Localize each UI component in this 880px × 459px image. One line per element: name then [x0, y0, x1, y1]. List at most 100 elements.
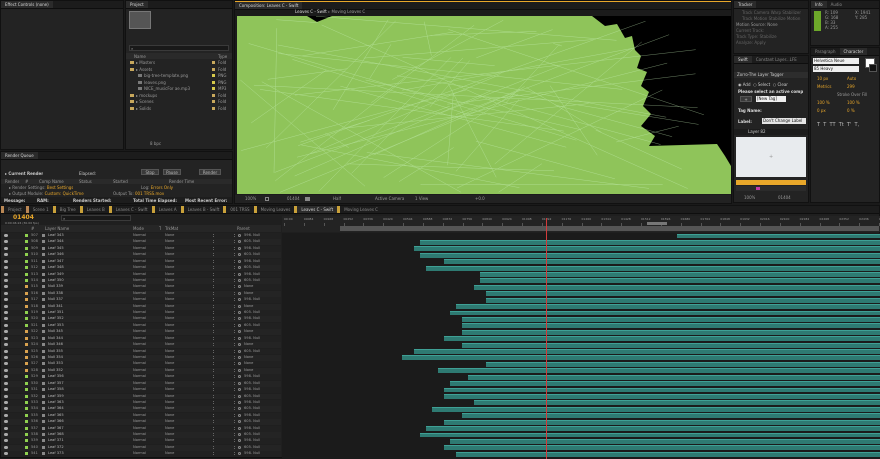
stop-button[interactable]: Stop	[141, 169, 159, 175]
layer-trkmat-dropdown[interactable]: None	[165, 265, 174, 269]
label-color-chip[interactable]	[25, 433, 28, 436]
visibility-eye-icon[interactable]	[4, 401, 8, 404]
visibility-eye-icon[interactable]	[4, 350, 8, 353]
work-area-bar[interactable]	[340, 226, 879, 231]
visibility-eye-icon[interactable]	[4, 240, 8, 243]
layer-row[interactable]: 525Null 355NormalNone605. Null	[1, 349, 281, 355]
tracking-field[interactable]: 299	[847, 84, 855, 89]
layer-trkmat-dropdown[interactable]: None	[165, 406, 174, 410]
layer-parent-dropdown[interactable]: None	[244, 291, 253, 295]
label-color-chip[interactable]	[212, 81, 215, 84]
visibility-eye-icon[interactable]	[4, 414, 8, 417]
output-to-link[interactable]: 001 TRSS.mov	[135, 191, 164, 196]
tab-effect-controls[interactable]: Effect Controls (none)	[1, 1, 53, 8]
col-layer-name[interactable]: Layer Name	[45, 226, 69, 231]
label-color-chip[interactable]	[25, 330, 28, 333]
project-item[interactable]: big-tree-template.pngPNG	[126, 73, 232, 79]
render-settings-dropdown[interactable]: Best Settings	[47, 185, 74, 190]
grid-icon[interactable]	[265, 197, 269, 201]
layer-duration-bar[interactable]	[444, 259, 880, 264]
layer-switches[interactable]	[213, 298, 235, 301]
layer-name[interactable]: Leaf 372	[48, 445, 64, 449]
layer-switches[interactable]	[213, 452, 235, 455]
parent-pickwhip-icon[interactable]	[238, 240, 241, 243]
layer-parent-dropdown[interactable]: 598. Null	[244, 316, 260, 320]
layer-duration-bar[interactable]	[444, 420, 880, 425]
layer-mode-dropdown[interactable]: Normal	[133, 432, 146, 436]
layer-parent-dropdown[interactable]: 598. Null	[244, 426, 260, 430]
tab-character[interactable]: Character	[840, 48, 868, 55]
stroke-color-swatch[interactable]	[869, 64, 877, 72]
layer-switches[interactable]	[213, 285, 235, 288]
label-color-chip[interactable]	[25, 414, 28, 417]
visibility-eye-icon[interactable]	[4, 427, 8, 430]
visibility-eye-icon[interactable]	[4, 446, 8, 449]
layer-name[interactable]: Null 352	[48, 368, 63, 372]
layer-duration-bar[interactable]	[444, 336, 880, 341]
layer-row[interactable]: 523Null 344NormalNone598. Null	[1, 336, 281, 342]
timeline-tab[interactable]: Project	[1, 206, 26, 213]
timeline-tab[interactable]: Moving Leaves	[254, 206, 295, 213]
layer-duration-bar[interactable]	[480, 278, 880, 283]
layer-trkmat-dropdown[interactable]: None	[165, 419, 174, 423]
tab-paragraph[interactable]: Paragraph	[811, 48, 840, 55]
parent-pickwhip-icon[interactable]	[238, 439, 241, 442]
layer-trkmat-dropdown[interactable]: None	[165, 291, 174, 295]
label-color-chip[interactable]	[25, 240, 28, 243]
faux-bold-button[interactable]: T	[817, 122, 820, 128]
parent-pickwhip-icon[interactable]	[238, 427, 241, 430]
visibility-eye-icon[interactable]	[4, 382, 8, 385]
layer-trkmat-dropdown[interactable]: None	[165, 246, 174, 250]
label-color-chip[interactable]	[25, 420, 28, 423]
layer-row[interactable]: 527Null 353NormalNoneNone	[1, 361, 281, 367]
layer-parent-dropdown[interactable]: 605. Null	[244, 432, 260, 436]
layer-mode-dropdown[interactable]: Normal	[133, 387, 146, 391]
layer-parent-dropdown[interactable]: 598. Null	[244, 297, 260, 301]
parent-pickwhip-icon[interactable]	[238, 317, 241, 320]
timeline-tab[interactable]: Scene 1	[26, 206, 53, 213]
layer-trkmat-dropdown[interactable]: None	[165, 272, 174, 276]
label-color-chip[interactable]	[25, 324, 28, 327]
layer-parent-dropdown[interactable]: 598. Null	[244, 272, 260, 276]
layer-row[interactable]: 514Leaf 350NormalNone605. Null	[1, 278, 281, 284]
layer-parent-dropdown[interactable]: 605. Null	[244, 394, 260, 398]
visibility-eye-icon[interactable]	[4, 395, 8, 398]
col-trkmat[interactable]: TrkMat	[165, 226, 178, 231]
parent-pickwhip-icon[interactable]	[238, 266, 241, 269]
project-item[interactable]: ▸ MastersFold	[126, 60, 232, 66]
visibility-eye-icon[interactable]	[4, 407, 8, 410]
label-color-chip[interactable]	[25, 382, 28, 385]
time-ruler[interactable]: 00:0000084001680025200336004200050400588…	[282, 216, 880, 232]
layer-mode-dropdown[interactable]: Normal	[133, 265, 146, 269]
layer-duration-bar[interactable]	[456, 304, 880, 309]
layer-trkmat-dropdown[interactable]: None	[165, 304, 174, 308]
label-color-chip[interactable]	[212, 87, 215, 90]
label-color-chip[interactable]	[25, 395, 28, 398]
small-caps-button[interactable]: Tt	[839, 122, 844, 128]
label-color-chip[interactable]	[25, 362, 28, 365]
layer-name[interactable]: Null 341	[48, 304, 63, 308]
layer-switches[interactable]	[213, 362, 235, 365]
layer-trkmat-dropdown[interactable]: None	[165, 394, 174, 398]
parent-pickwhip-icon[interactable]	[238, 253, 241, 256]
layer-name[interactable]: Leaf 358	[48, 387, 64, 391]
tag-plus-button[interactable]: +	[740, 96, 752, 102]
layer-row[interactable]: 508Leaf 344NormalNone605. Null	[1, 239, 281, 245]
preview-zoom[interactable]: 100%	[744, 195, 755, 200]
layer-parent-dropdown[interactable]: 598. Null	[244, 413, 260, 417]
label-color-chip[interactable]	[25, 253, 28, 256]
render-button[interactable]: Render	[199, 169, 221, 175]
label-color-chip[interactable]	[25, 260, 28, 263]
log-dropdown[interactable]: Errors Only	[151, 185, 173, 190]
layer-parent-dropdown[interactable]: 605. Null	[244, 419, 260, 423]
layer-mode-dropdown[interactable]: Normal	[133, 284, 146, 288]
layer-trkmat-dropdown[interactable]: None	[165, 445, 174, 449]
tab-swift[interactable]: Swift	[734, 56, 752, 63]
layer-mode-dropdown[interactable]: Normal	[133, 394, 146, 398]
visibility-eye-icon[interactable]	[4, 375, 8, 378]
label-color-chip[interactable]	[25, 285, 28, 288]
parent-pickwhip-icon[interactable]	[238, 350, 241, 353]
layer-parent-dropdown[interactable]: None	[244, 304, 253, 308]
layer-name[interactable]: Null 338	[48, 291, 63, 295]
project-item[interactable]: ▸ ScenesFold	[126, 99, 232, 105]
